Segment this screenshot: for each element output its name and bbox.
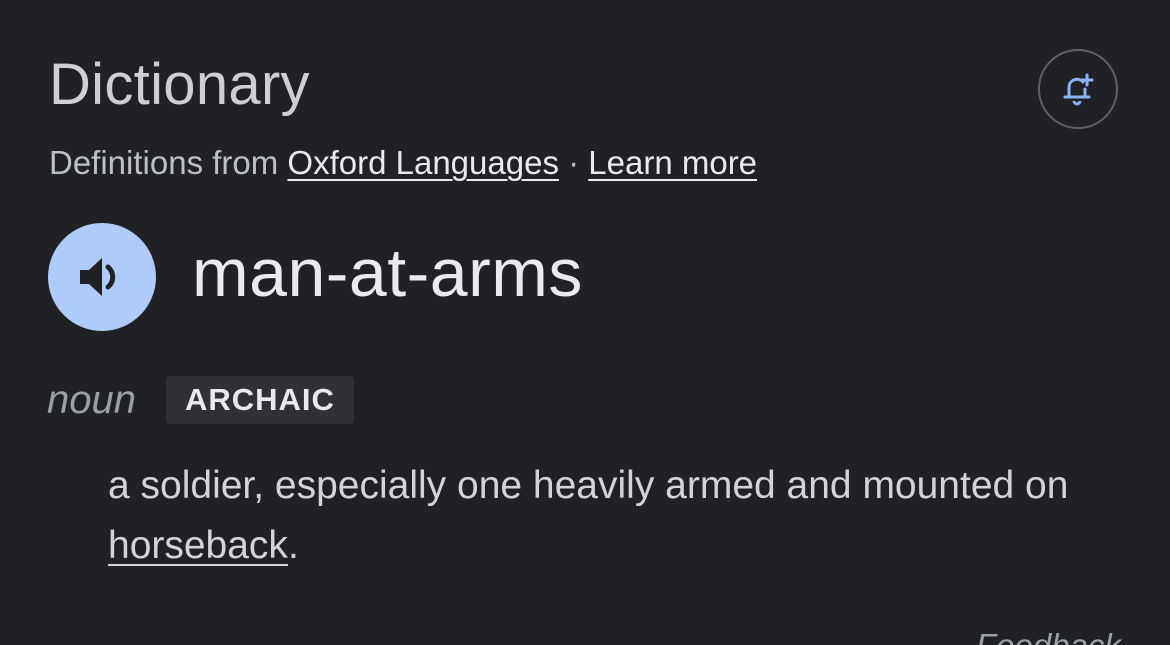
definition-end: .: [287, 524, 299, 567]
learn-more-link[interactable]: Learn more: [588, 144, 757, 181]
card-title: Dictionary: [49, 52, 310, 117]
oxford-languages-link[interactable]: Oxford Languages: [287, 144, 559, 181]
bell-plus-icon: [1063, 73, 1094, 106]
source-separator: ·: [558, 144, 589, 181]
set-alert-button[interactable]: [1038, 49, 1118, 129]
speaker-icon: [80, 258, 116, 296]
headword: man-at-arms: [192, 235, 583, 311]
pronunciation-button[interactable]: [48, 223, 156, 331]
source-prefix: Definitions from: [49, 144, 288, 181]
definition-text: a soldier, especially one heavily armed …: [108, 464, 1069, 507]
feedback-link[interactable]: Feedback: [976, 626, 1121, 645]
definition: a soldier, especially one heavily armed …: [108, 456, 1118, 576]
dictionary-card: Dictionary Definitions from Oxford Langu…: [0, 0, 1170, 645]
horseback-link[interactable]: horseback: [108, 524, 288, 567]
definitions-source-line: Definitions from Oxford Languages · Lear…: [49, 142, 757, 184]
part-of-speech: noun: [47, 378, 136, 422]
register-badge: ARCHAIC: [166, 376, 354, 424]
